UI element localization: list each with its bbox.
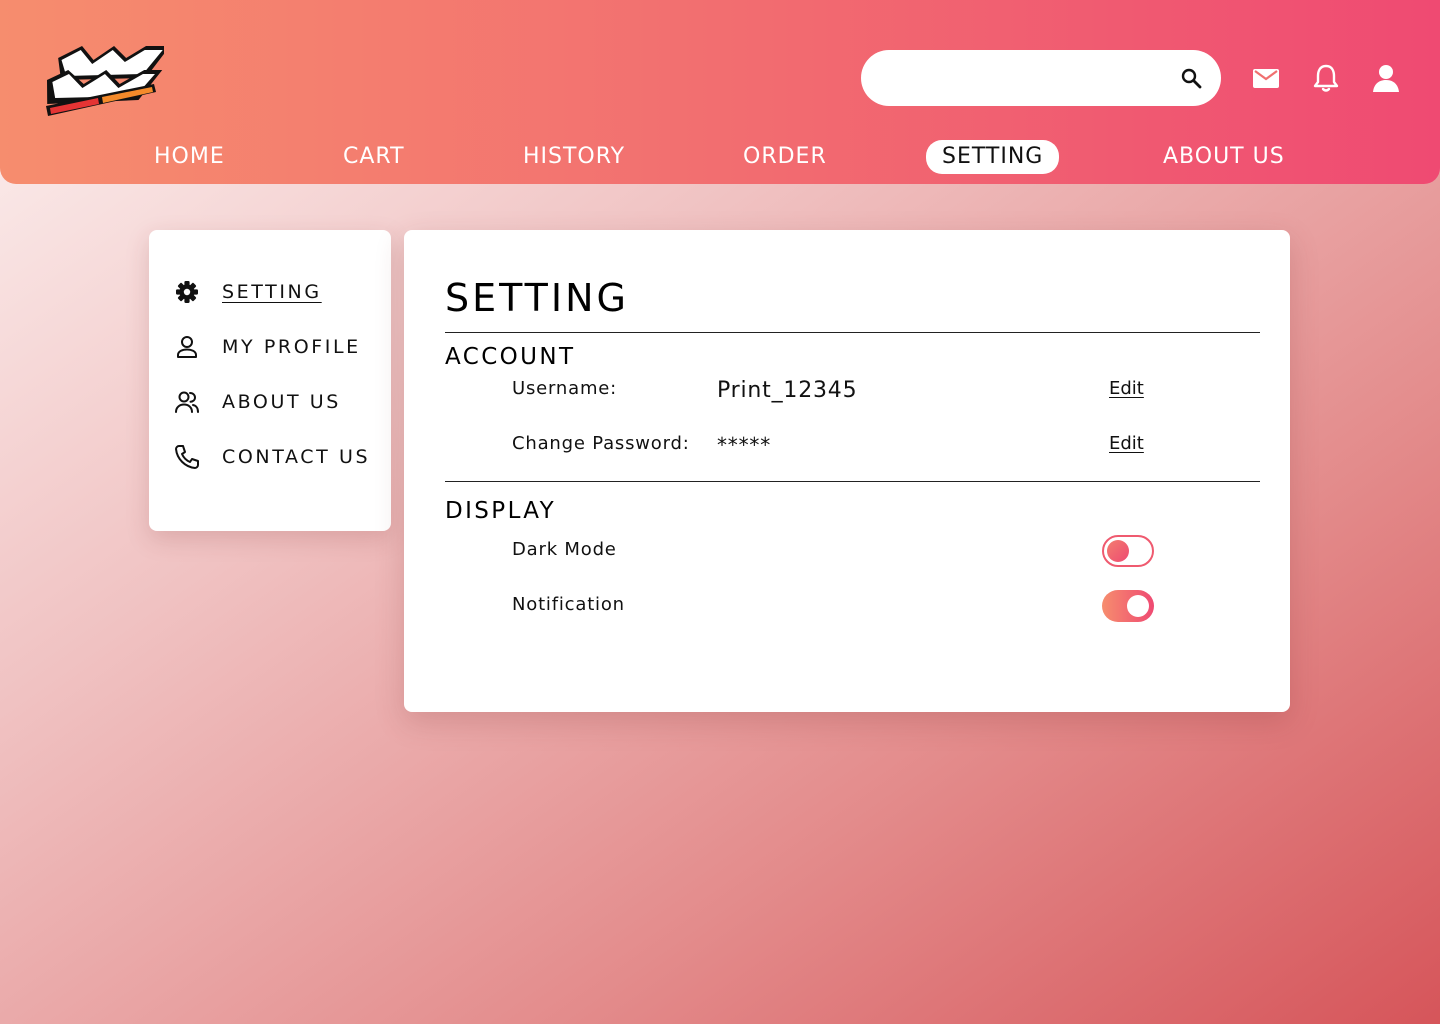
settings-sidebar: SETTING MY PROFILE ABOUT US CONTACT US <box>149 230 391 531</box>
sidebar-item-contact-us[interactable]: CONTACT US <box>173 442 370 472</box>
sidebar-item-label: SETTING <box>222 281 322 303</box>
sidebar-item-setting[interactable]: SETTING <box>173 277 322 307</box>
sidebar-item-label: ABOUT US <box>222 391 341 413</box>
nav-cart[interactable]: CART <box>343 140 405 174</box>
sidebar-item-label: CONTACT US <box>222 446 371 468</box>
pmw-logo[interactable] <box>36 40 164 120</box>
divider <box>445 332 1260 333</box>
nav-setting[interactable]: SETTING <box>926 140 1060 174</box>
mail-icon[interactable] <box>1250 62 1282 94</box>
section-heading-display: DISPLAY <box>445 498 557 524</box>
search-icon[interactable] <box>1179 66 1203 90</box>
search-bar[interactable] <box>861 50 1221 106</box>
dark-mode-toggle[interactable] <box>1102 535 1154 567</box>
divider <box>445 481 1260 482</box>
sidebar-item-label: MY PROFILE <box>222 336 361 358</box>
username-label: Username: <box>512 378 618 399</box>
section-heading-account: ACCOUNT <box>445 344 576 370</box>
header-bar: HOME CART HISTORY ORDER SETTING ABOUT US <box>0 0 1440 184</box>
people-icon <box>175 391 199 413</box>
change-password-label: Change Password: <box>512 433 690 454</box>
notification-label: Notification <box>512 594 625 615</box>
page-title: SETTING <box>445 276 629 320</box>
toggle-knob <box>1107 540 1129 562</box>
nav-about-us[interactable]: ABOUT US <box>1163 140 1285 174</box>
username-value: Print_12345 <box>717 378 858 403</box>
dark-mode-label: Dark Mode <box>512 539 617 560</box>
user-icon[interactable] <box>1370 62 1402 94</box>
nav-history[interactable]: HISTORY <box>523 140 625 174</box>
edit-username-link[interactable]: Edit <box>1109 378 1144 399</box>
person-icon <box>177 336 197 358</box>
gear-icon <box>176 281 198 303</box>
search-input[interactable] <box>885 62 1175 94</box>
password-value: ***** <box>717 433 771 457</box>
sidebar-item-my-profile[interactable]: MY PROFILE <box>173 332 361 362</box>
sidebar-item-about-us[interactable]: ABOUT US <box>173 387 341 417</box>
bell-icon[interactable] <box>1310 62 1342 94</box>
phone-icon <box>175 445 199 469</box>
notification-toggle[interactable] <box>1102 590 1154 622</box>
edit-password-link[interactable]: Edit <box>1109 433 1144 454</box>
nav-order[interactable]: ORDER <box>743 140 827 174</box>
nav-home[interactable]: HOME <box>154 140 225 174</box>
toggle-knob <box>1127 595 1149 617</box>
settings-card: SETTING ACCOUNT Username: Print_12345 Ed… <box>404 230 1290 712</box>
